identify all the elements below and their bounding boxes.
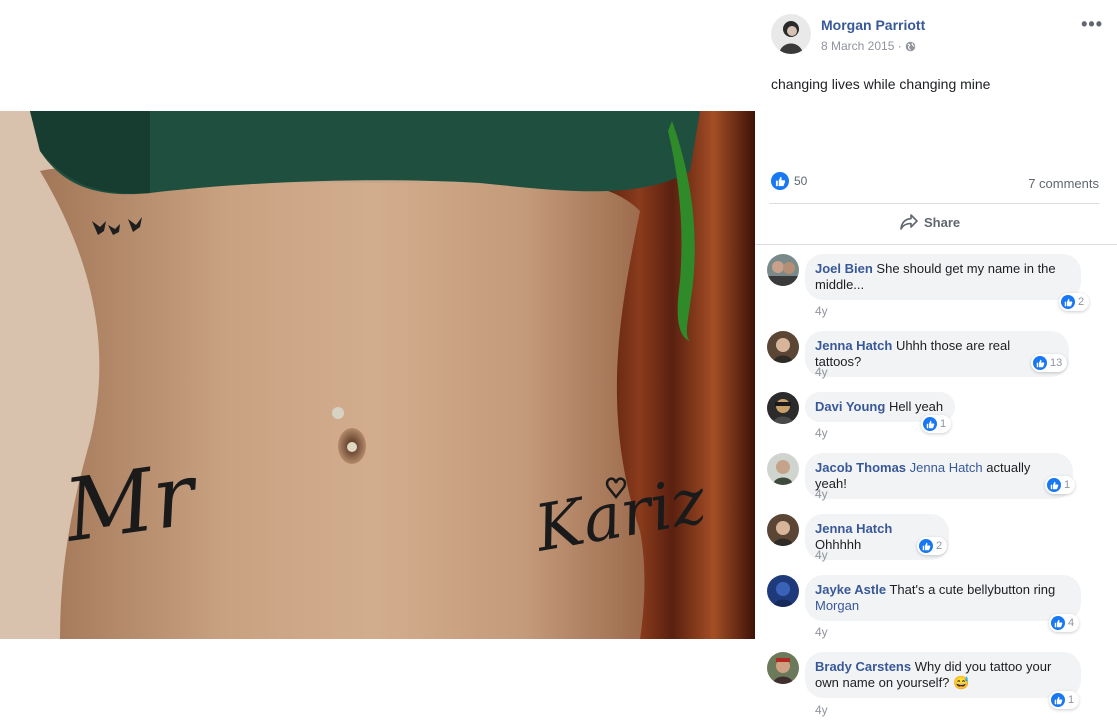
comment-bubble: Joel Bien She should get my name in the … bbox=[805, 254, 1081, 300]
like-icon bbox=[1061, 295, 1075, 309]
share-label: Share bbox=[924, 214, 961, 230]
reaction-count: 2 bbox=[1078, 296, 1085, 308]
comment-reactions[interactable]: 1 bbox=[1045, 476, 1076, 494]
post-side-panel: Morgan Parriott 8 March 2015 · ••• chang… bbox=[755, 0, 1117, 725]
post-header: Morgan Parriott 8 March 2015 · ••• bbox=[771, 14, 1111, 58]
mentioned-user[interactable]: Jenna Hatch bbox=[910, 460, 983, 475]
commenter-avatar[interactable] bbox=[767, 652, 799, 684]
comment-bubble: Jenna Hatch Uhhh those are real tattoos? bbox=[805, 331, 1069, 377]
post-stats: 50 7 comments bbox=[771, 172, 1099, 194]
like-icon bbox=[1047, 478, 1061, 492]
like-count: 50 bbox=[794, 174, 808, 188]
comment-bubble: Jacob Thomas Jenna Hatch actually yeah! bbox=[805, 453, 1073, 499]
more-options-button[interactable]: ••• bbox=[1081, 15, 1103, 33]
reaction-count: 13 bbox=[1050, 357, 1063, 369]
photo-illustration: Mr Kariz bbox=[0, 111, 755, 639]
author-name[interactable]: Morgan Parriott bbox=[821, 17, 925, 33]
comment-age[interactable]: 4y bbox=[815, 365, 828, 379]
photo-viewer: Mr Kariz bbox=[0, 0, 755, 725]
post-date[interactable]: 8 March 2015 · bbox=[821, 39, 902, 53]
reaction-count: 1 bbox=[1064, 479, 1071, 491]
like-icon bbox=[1051, 693, 1065, 707]
comment-reactions[interactable]: 4 bbox=[1049, 614, 1080, 632]
commenter-name[interactable]: Brady Carstens bbox=[815, 659, 911, 674]
tattoo-left-text: Mr bbox=[57, 444, 206, 562]
commenter-name[interactable]: Jenna Hatch bbox=[815, 338, 892, 353]
comment-bubble: Jayke Astle That's a cute bellybutton ri… bbox=[805, 575, 1081, 621]
reactions-summary[interactable]: 50 bbox=[771, 172, 807, 190]
commenter-avatar[interactable] bbox=[767, 575, 799, 607]
divider bbox=[755, 244, 1117, 245]
like-icon bbox=[1033, 356, 1047, 370]
comment-age[interactable]: 4y bbox=[815, 426, 828, 440]
commenter-name[interactable]: Jayke Astle bbox=[815, 582, 886, 597]
comment-age[interactable]: 4y bbox=[815, 703, 828, 717]
like-icon bbox=[923, 417, 937, 431]
comment-text: Hell yeah bbox=[888, 399, 944, 414]
reaction-count: 4 bbox=[1068, 617, 1075, 629]
comment-reactions[interactable]: 1 bbox=[921, 415, 952, 433]
comment-reactions[interactable]: 2 bbox=[917, 537, 948, 555]
divider bbox=[769, 203, 1099, 204]
post-photo[interactable]: Mr Kariz bbox=[0, 111, 755, 639]
commenter-avatar[interactable] bbox=[767, 392, 799, 424]
author-avatar[interactable] bbox=[771, 14, 811, 54]
share-icon bbox=[900, 214, 918, 230]
comment-age[interactable]: 4y bbox=[815, 548, 828, 562]
commenter-avatar[interactable] bbox=[767, 453, 799, 485]
commenter-avatar[interactable] bbox=[767, 254, 799, 286]
reaction-count: 1 bbox=[940, 418, 947, 430]
comment-age[interactable]: 4y bbox=[815, 625, 828, 639]
comment-reactions[interactable]: 1 bbox=[1049, 691, 1080, 709]
comment-text: That's a cute bellybutton ring bbox=[889, 582, 1056, 597]
commenter-name[interactable]: Joel Bien bbox=[815, 261, 873, 276]
post-meta: 8 March 2015 · bbox=[821, 39, 916, 53]
commenter-name[interactable]: Davi Young bbox=[815, 399, 885, 414]
like-icon bbox=[771, 172, 789, 190]
commenter-avatar[interactable] bbox=[767, 514, 799, 546]
reaction-count: 1 bbox=[1068, 694, 1075, 706]
commenter-avatar[interactable] bbox=[767, 331, 799, 363]
comment-reactions[interactable]: 2 bbox=[1059, 293, 1090, 311]
mentioned-user[interactable]: Morgan bbox=[815, 598, 859, 613]
share-button[interactable]: Share bbox=[900, 214, 960, 230]
comment-bubble: Brady Carstens Why did you tattoo your o… bbox=[805, 652, 1081, 698]
reaction-count: 2 bbox=[936, 540, 943, 552]
globe-icon bbox=[905, 41, 916, 52]
comment-age[interactable]: 4y bbox=[815, 487, 828, 501]
post-caption: changing lives while changing mine bbox=[771, 76, 991, 92]
comments-count[interactable]: 7 comments bbox=[1028, 176, 1099, 191]
comment-reactions[interactable]: 13 bbox=[1031, 354, 1068, 372]
like-icon bbox=[1051, 616, 1065, 630]
like-icon bbox=[919, 539, 933, 553]
commenter-name[interactable]: Jenna Hatch bbox=[815, 521, 892, 536]
commenter-name[interactable]: Jacob Thomas bbox=[815, 460, 906, 475]
comment-age[interactable]: 4y bbox=[815, 304, 828, 318]
